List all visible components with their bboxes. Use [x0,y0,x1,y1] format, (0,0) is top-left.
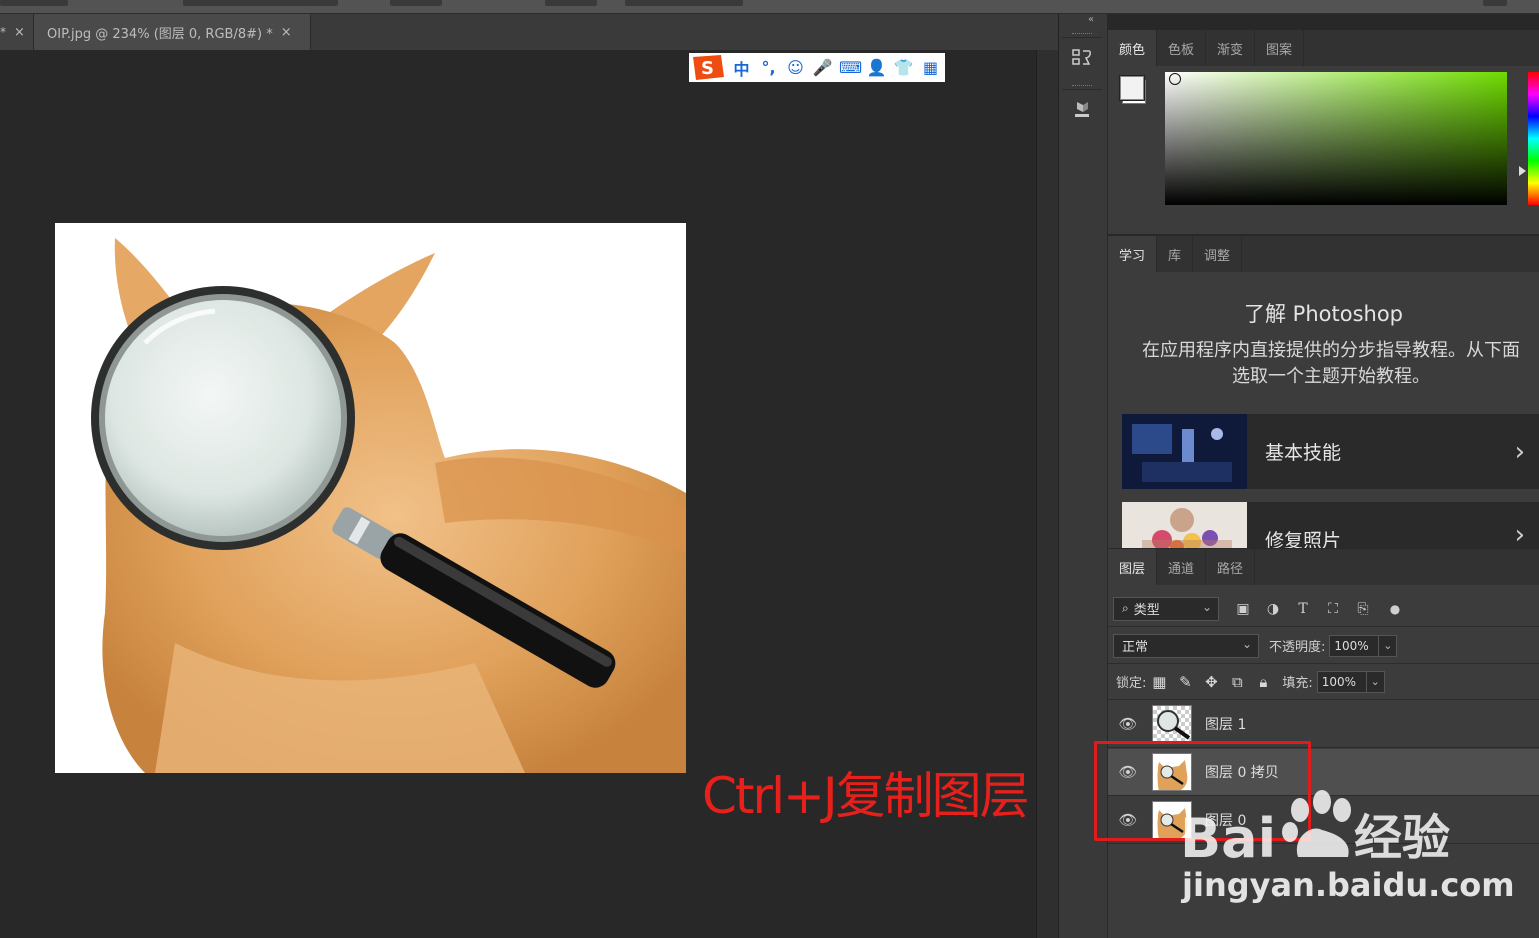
ime-emoji-icon[interactable]: ☺ [785,58,806,77]
options-bar-segment [0,0,68,6]
color-picker-field[interactable] [1165,72,1507,205]
tab-paths[interactable]: 路径 [1206,549,1256,585]
search-icon: ⌕ [1122,601,1129,615]
options-bar-segment [183,0,338,6]
instruction-annotation: Ctrl+J复制图层 [702,767,1030,825]
chevron-down-icon: ⌄ [1201,599,1212,614]
ime-chinese-mode-icon[interactable]: 中 [731,56,752,80]
layer-filter-row: ⌕ 类型 ⌄ ▣ ◑ T ⛶ ⎘ ● [1108,591,1539,627]
ime-user-icon[interactable]: 👤 [866,58,887,77]
magnifier-thumbnail-icon [1157,710,1191,740]
tab-libraries[interactable]: 库 [1157,236,1194,272]
strip-grip [1072,33,1092,35]
bedroom-thumbnail [1122,414,1247,489]
document-tab-bar: * × OIP.jpg @ 234% (图层 0, RGB/8#) * × [0,14,1058,50]
tab-swatches[interactable]: 色板 [1157,30,1207,66]
tab-channels[interactable]: 通道 [1157,549,1207,585]
cat-with-magnifier-image [91,238,686,773]
highlight-box [1094,741,1311,841]
document-tab-previous[interactable]: * × [0,14,34,50]
fill-label: 填充: [1282,676,1313,691]
lock-position-icon[interactable]: ✥ [1198,673,1224,691]
image-filter-icon[interactable]: ▣ [1233,601,1253,617]
chevron-down-icon[interactable]: ⌄ [1366,670,1385,693]
learn-card-basic-skills[interactable]: 基本技能 › [1122,414,1539,489]
chevron-down-icon[interactable]: ⌄ [1379,634,1398,657]
options-bar-segment [1483,0,1507,6]
lock-label: 锁定: [1116,676,1147,691]
watermark-url: jingyan.baidu.com [1182,866,1515,904]
collapse-panels-icon[interactable]: « [1088,14,1094,25]
hue-slider[interactable] [1528,72,1539,205]
layer-filter-dropdown[interactable]: ⌕ 类型 ⌄ [1113,596,1219,621]
color-picker-cursor[interactable] [1169,73,1181,85]
blend-mode-row: 正常 ⌄ 不透明度: 100% ⌄ [1108,628,1539,664]
color-panel: 颜色 色板 渐变 图案 [1108,30,1539,234]
ime-toolbox-icon[interactable]: ▦ [920,58,941,77]
ime-skin-icon[interactable]: 👕 [893,58,914,77]
chevron-right-icon: › [1514,436,1525,467]
ime-keyboard-icon[interactable]: ⌨ [839,58,862,77]
opacity-input[interactable]: 100% [1329,634,1380,657]
strip-grip [1072,85,1092,87]
lock-row: 锁定: ▦ ✎ ✥ ⧉ 🔒︎ 填充: 100% ⌄ [1108,664,1539,700]
hue-slider-handle[interactable] [1519,166,1526,176]
options-bar-segment [545,0,597,6]
learn-card-label: 修复照片 [1265,530,1342,548]
learn-panel: 学习 库 调整 了解 Photoshop 在应用程序内直接提供的分步指导教程。从… [1108,236,1539,548]
svg-text:S: S [701,58,714,79]
lock-artboard-icon[interactable]: ⧉ [1224,673,1250,691]
close-icon[interactable]: × [14,25,25,40]
layer-thumbnail [1152,705,1192,743]
lock-all-icon[interactable]: 🔒︎ [1250,673,1276,691]
layer-filter-value: 类型 [1133,603,1160,618]
adjustment-filter-icon[interactable]: ◑ [1263,601,1283,617]
learn-card-photo-repair[interactable]: 修复照片 › [1122,502,1539,548]
ime-voice-icon[interactable]: 🎤 [812,58,833,77]
tab-adjustments[interactable]: 调整 [1193,236,1243,272]
tab-gradients[interactable]: 渐变 [1206,30,1256,66]
color-panel-tabs: 颜色 色板 渐变 图案 [1108,30,1539,66]
ime-toolbar: S 中 °, ☺ 🎤 ⌨ 👤 👕 ▦ [689,53,945,82]
lock-image-pixels-icon[interactable]: ✎ [1172,673,1198,691]
shape-filter-icon[interactable]: ⛶ [1323,601,1343,617]
learn-description: 在应用程序内直接提供的分步指导教程。从下面选取一个主题开始教程。 [1142,340,1520,387]
tab-patterns[interactable]: 图案 [1255,30,1305,66]
layer-name[interactable]: 图层 1 [1205,714,1246,734]
visibility-eye-icon[interactable]: 👁︎ [1108,715,1148,733]
smart-object-filter-icon[interactable]: ⎘ [1353,601,1373,617]
lock-transparent-pixels-icon[interactable]: ▦ [1146,673,1172,691]
document-tab-active[interactable]: OIP.jpg @ 234% (图层 0, RGB/8#) * × [34,14,311,50]
opacity-label: 不透明度: [1269,640,1326,655]
chevron-down-icon: ⌄ [1241,636,1252,651]
tab-color[interactable]: 颜色 [1108,30,1158,66]
layers-panel-tabs: 图层 通道 路径 [1108,549,1539,585]
learn-panel-tabs: 学习 库 调整 [1108,236,1539,272]
canvas-scrollbar[interactable] [1036,50,1058,938]
3d-cube-icon [1075,101,1089,117]
history-icon [1072,48,1091,65]
3d-panel-button[interactable] [1062,89,1102,129]
ime-punctuation-icon[interactable]: °, [758,58,779,77]
history-panel-button[interactable] [1062,37,1102,77]
document-tab-title: OIP.jpg @ 234% (图层 0, RGB/8#) * [47,26,273,42]
options-bar [0,0,1539,14]
blend-mode-value: 正常 [1122,640,1149,655]
document-canvas-image[interactable] [55,223,686,773]
foreground-color-swatch[interactable] [1120,76,1144,100]
learn-title: 了解 Photoshop [1243,302,1403,326]
options-bar-segment [390,0,442,6]
options-bar-segment [625,0,743,6]
learn-card-label: 基本技能 [1265,442,1342,464]
tab-learn[interactable]: 学习 [1108,236,1158,272]
type-filter-icon[interactable]: T [1293,601,1313,617]
close-icon[interactable]: × [281,25,292,40]
sogou-logo-icon[interactable]: S [691,53,725,82]
blend-mode-dropdown[interactable]: 正常 ⌄ [1113,633,1259,658]
fill-input[interactable]: 100% [1316,670,1367,693]
filter-toggle-icon[interactable]: ● [1385,602,1405,616]
tab-layers[interactable]: 图层 [1108,549,1158,585]
flowers-thumbnail [1122,502,1247,548]
chevron-right-icon: › [1514,520,1525,548]
